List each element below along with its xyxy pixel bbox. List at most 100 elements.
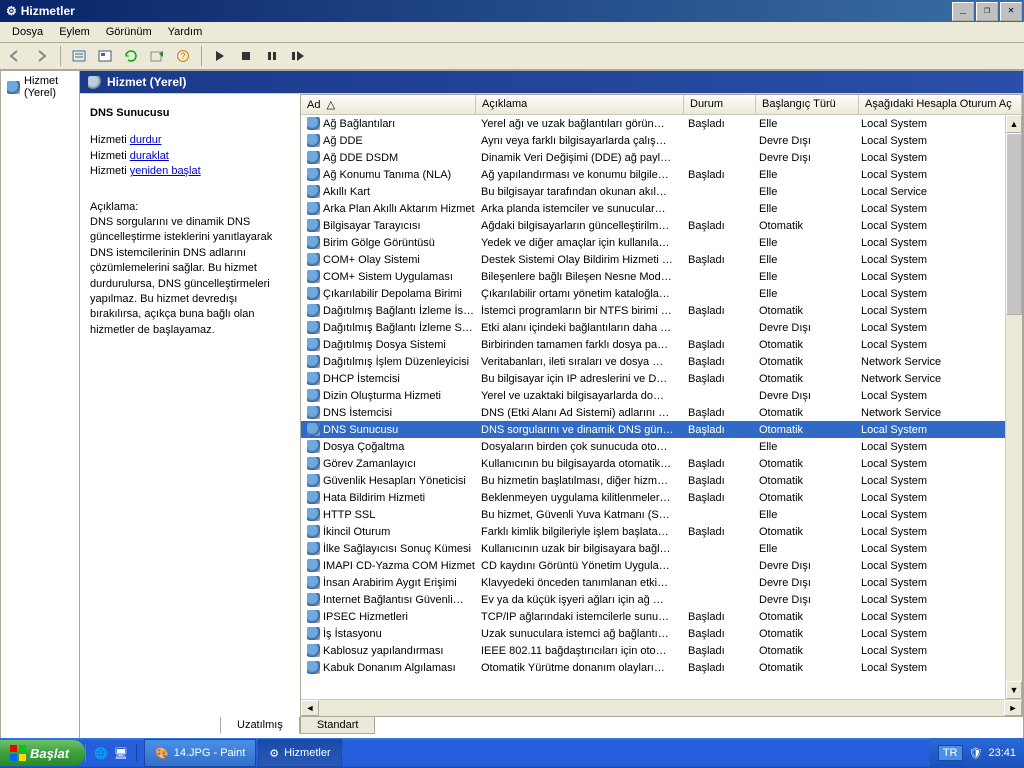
task-services[interactable]: ⚙ Hizmetler: [258, 739, 341, 767]
ie-icon[interactable]: 🌐: [92, 744, 110, 762]
service-row[interactable]: IMAPI CD-Yazma COM HizmetiCD kaydını Gör…: [301, 557, 1022, 574]
service-description: Dinamik Veri Değişimi (DDE) ağ payl…: [475, 152, 682, 164]
col-status[interactable]: Durum: [684, 95, 756, 114]
list-body[interactable]: Ağ BağlantılarıYerel ağı ve uzak bağlant…: [301, 115, 1022, 699]
clock[interactable]: 23:41: [988, 747, 1016, 759]
properties-button[interactable]: [93, 44, 117, 68]
bottom-tabs: Uzatılmış Standart: [80, 717, 1023, 739]
col-logon[interactable]: Aşağıdaki Hesapla Oturum Aç: [859, 95, 1022, 114]
stop-link[interactable]: durdur: [130, 134, 162, 146]
service-row[interactable]: Hata Bildirim HizmetiBeklenmeyen uygulam…: [301, 489, 1022, 506]
service-row[interactable]: Dağıtılmış Bağlantı İzleme S…Etki alanı …: [301, 319, 1022, 336]
close-button[interactable]: ✕: [1000, 2, 1022, 21]
start-button[interactable]: Başlat: [0, 740, 85, 766]
service-row[interactable]: Görev ZamanlayıcıKullanıcının bu bilgisa…: [301, 455, 1022, 472]
start-service-button[interactable]: [208, 44, 232, 68]
forward-button[interactable]: [30, 44, 54, 68]
service-name: Internet Bağlantısı Güvenli…: [323, 594, 464, 606]
tree-root-item[interactable]: Hizmet (Yerel): [1, 71, 79, 103]
export-button[interactable]: [145, 44, 169, 68]
service-row[interactable]: COM+ Olay SistemiDestek Sistemi Olay Bil…: [301, 251, 1022, 268]
horizontal-scrollbar[interactable]: ◄ ►: [301, 699, 1022, 716]
scroll-down-button[interactable]: ▼: [1006, 681, 1022, 699]
pause-service-button[interactable]: [260, 44, 284, 68]
tab-extended[interactable]: Uzatılmış: [220, 717, 300, 734]
service-startup: Devre Dışı: [753, 135, 855, 147]
detail-title: Hizmet (Yerel): [107, 75, 186, 89]
restart-service-button[interactable]: [286, 44, 310, 68]
service-row[interactable]: Dağıtılmış Bağlantı İzleme İs…İstemci pr…: [301, 302, 1022, 319]
pause-link[interactable]: duraklat: [130, 150, 169, 162]
vertical-scrollbar[interactable]: ▲ ▼: [1005, 115, 1022, 699]
service-startup: Devre Dışı: [753, 594, 855, 606]
service-logon: Local System: [855, 611, 1022, 623]
language-indicator[interactable]: TR: [938, 745, 963, 761]
service-description: Klavyedeki önceden tanımlanan etki…: [475, 577, 682, 589]
service-startup: Otomatik: [753, 645, 855, 657]
service-row[interactable]: Dosya ÇoğaltmaDosyaların birden çok sunu…: [301, 438, 1022, 455]
task-paint[interactable]: 🎨 14.JPG - Paint: [144, 739, 256, 767]
service-row[interactable]: Kabuk Donanım AlgılamasıOtomatik Yürütme…: [301, 659, 1022, 676]
service-logon: Local System: [855, 475, 1022, 487]
scroll-up-button[interactable]: ▲: [1006, 115, 1022, 133]
service-row[interactable]: Birim Gölge GörüntüsüYedek ve diğer amaç…: [301, 234, 1022, 251]
menu-view[interactable]: Görünüm: [98, 24, 160, 40]
service-row[interactable]: Bilgisayar TarayıcısıAğdaki bilgisayarla…: [301, 217, 1022, 234]
service-row[interactable]: İlke Sağlayıcısı Sonuç KümesiKullanıcını…: [301, 540, 1022, 557]
export-list-button[interactable]: [67, 44, 91, 68]
window-titlebar: ⚙ Hizmetler _ ❐ ✕: [0, 0, 1024, 22]
service-row[interactable]: DNS SunucusuDNS sorgularını ve dinamik D…: [301, 421, 1022, 438]
service-name: DNS İstemcisi: [323, 407, 392, 419]
service-row[interactable]: DHCP İstemcisiBu bilgisayar için IP adre…: [301, 370, 1022, 387]
service-name: DNS Sunucusu: [323, 424, 398, 436]
service-startup: Devre Dışı: [753, 152, 855, 164]
service-row[interactable]: Ağ DDEAynı veya farklı bilgisayarlarda ç…: [301, 132, 1022, 149]
service-row[interactable]: DNS İstemcisiDNS (Etki Alanı Ad Sistemi)…: [301, 404, 1022, 421]
service-logon: Local System: [855, 220, 1022, 232]
help-button[interactable]: ?: [171, 44, 195, 68]
service-row[interactable]: Dizin Oluşturma HizmetiYerel ve uzaktaki…: [301, 387, 1022, 404]
stop-service-button[interactable]: [234, 44, 258, 68]
service-row[interactable]: Kablosuz yapılandırmasıIEEE 802.11 bağda…: [301, 642, 1022, 659]
service-row[interactable]: İnsan Arabirim Aygıt ErişimiKlavyedeki ö…: [301, 574, 1022, 591]
back-button[interactable]: [4, 44, 28, 68]
restore-button[interactable]: ❐: [976, 2, 998, 21]
service-row[interactable]: İkincil OturumFarklı kimlik bilgileriyle…: [301, 523, 1022, 540]
refresh-button[interactable]: [119, 44, 143, 68]
service-name: Birim Gölge Görüntüsü: [323, 237, 435, 249]
services-icon: [88, 76, 101, 89]
menu-help[interactable]: Yardım: [160, 24, 211, 40]
menu-file[interactable]: Dosya: [4, 24, 51, 40]
service-row[interactable]: Çıkarılabilir Depolama BirimiÇıkarılabil…: [301, 285, 1022, 302]
service-row[interactable]: Güvenlik Hesapları YöneticisiBu hizmetin…: [301, 472, 1022, 489]
menu-action[interactable]: Eylem: [51, 24, 98, 40]
service-row[interactable]: Ağ DDE DSDMDinamik Veri Değişimi (DDE) a…: [301, 149, 1022, 166]
service-row[interactable]: HTTP SSLBu hizmet, Güvenli Yuva Katmanı …: [301, 506, 1022, 523]
col-name[interactable]: Ad △: [301, 95, 476, 114]
scroll-right-button[interactable]: ►: [1004, 700, 1022, 716]
scroll-thumb[interactable]: [1006, 133, 1022, 315]
service-row[interactable]: Dağıtılmış İşlem DüzenleyicisiVeritabanl…: [301, 353, 1022, 370]
tree-pane[interactable]: Hizmet (Yerel): [1, 71, 80, 739]
desktop-icon[interactable]: 🖥: [112, 744, 130, 762]
restart-link[interactable]: yeniden başlat: [130, 165, 201, 177]
service-startup: Otomatik: [753, 220, 855, 232]
tab-standard[interactable]: Standart: [300, 717, 376, 734]
service-row[interactable]: Akıllı KartBu bilgisayar tarafından okun…: [301, 183, 1022, 200]
scroll-left-button[interactable]: ◄: [301, 700, 319, 716]
service-description: Bileşenlere bağlı Bileşen Nesne Mod…: [475, 271, 682, 283]
service-row[interactable]: Arka Plan Akıllı Aktarım HizmetiArka pla…: [301, 200, 1022, 217]
service-row[interactable]: İş İstasyonuUzak sunuculara istemci ağ b…: [301, 625, 1022, 642]
col-description[interactable]: Açıklama: [476, 95, 684, 114]
minimize-button[interactable]: _: [952, 2, 974, 21]
tray-icon[interactable]: 🛡: [969, 747, 983, 760]
service-name: IMAPI CD-Yazma COM Hizmeti: [323, 560, 475, 572]
service-row[interactable]: COM+ Sistem UygulamasıBileşenlere bağlı …: [301, 268, 1022, 285]
service-row[interactable]: Ağ Konumu Tanıma (NLA)Ağ yapılandırması …: [301, 166, 1022, 183]
service-row[interactable]: IPSEC HizmetleriTCP/IP ağlarındaki istem…: [301, 608, 1022, 625]
col-startup[interactable]: Başlangıç Türü: [756, 95, 859, 114]
service-startup: Elle: [753, 237, 855, 249]
service-row[interactable]: Dağıtılmış Dosya SistemiBirbirinden tama…: [301, 336, 1022, 353]
service-row[interactable]: Internet Bağlantısı Güvenli…Ev ya da küç…: [301, 591, 1022, 608]
service-row[interactable]: Ağ BağlantılarıYerel ağı ve uzak bağlant…: [301, 115, 1022, 132]
